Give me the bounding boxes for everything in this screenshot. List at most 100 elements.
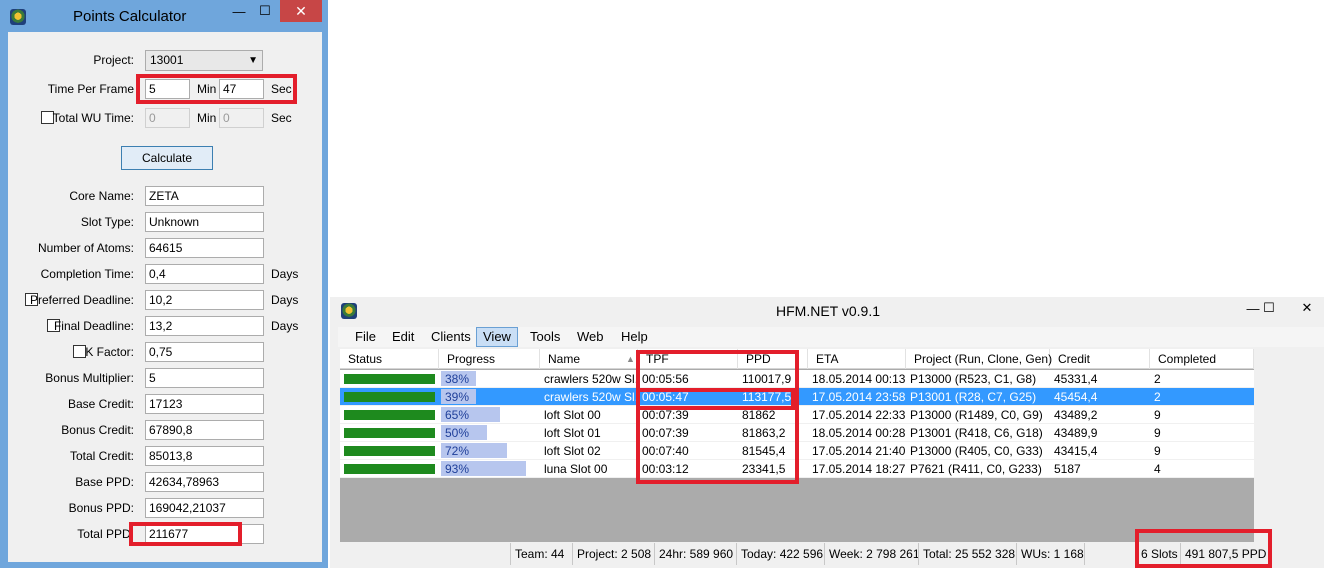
close-icon[interactable]: ✕: [280, 0, 322, 22]
cell-project: P13000 (R1489, C0, G9): [910, 408, 1043, 422]
cell-project: P13001 (R418, C6, G18): [910, 426, 1043, 440]
cell-progress: 65%: [441, 406, 538, 424]
bonus-multiplier-field[interactable]: 5: [145, 368, 264, 388]
k-factor-label: K Factor:: [85, 345, 134, 359]
close-icon[interactable]: ✕: [1290, 297, 1324, 319]
total-wu-min-input[interactable]: 0: [145, 108, 190, 128]
maximize-icon[interactable]: ☐: [252, 0, 278, 22]
preferred-deadline-field[interactable]: 10,2: [145, 290, 264, 310]
total-ppd-label: Total PPD:: [77, 527, 134, 541]
cell-name: loft Slot 02: [544, 444, 601, 458]
col-status[interactable]: Status: [340, 349, 439, 369]
status-total: Total: 25 552 328: [918, 543, 1016, 565]
slot-type-field[interactable]: Unknown: [145, 212, 264, 232]
col-credit[interactable]: Credit: [1050, 349, 1150, 369]
base-ppd-field[interactable]: 42634,78963: [145, 472, 264, 492]
total-wu-sec-input[interactable]: 0: [219, 108, 264, 128]
col-progress[interactable]: Progress: [439, 349, 540, 369]
cell-tpf: 00:07:39: [642, 426, 689, 440]
bonus-ppd-field[interactable]: 169042,21037: [145, 498, 264, 518]
project-select-value: 13001: [150, 53, 184, 67]
cell-progress: 50%: [441, 424, 538, 442]
core-name-label: Core Name:: [69, 189, 134, 203]
cell-completed: 9: [1154, 444, 1161, 458]
calculate-button[interactable]: Calculate: [121, 146, 213, 170]
cell-completed: 2: [1154, 372, 1161, 386]
menu-web[interactable]: Web: [576, 327, 605, 347]
progress-label: 65%: [445, 408, 470, 422]
col-project[interactable]: Project (Run, Clone, Gen): [906, 349, 1052, 369]
col-tpf[interactable]: TPF: [638, 349, 738, 369]
progress-label: 93%: [445, 462, 470, 476]
cell-credit: 43489,2: [1054, 408, 1098, 422]
cell-status: [340, 442, 439, 460]
total-credit-field[interactable]: 85013,8: [145, 446, 264, 466]
table-row[interactable]: 39% crawlers 520w Sl... 00:05:47 113177,5 17…: [340, 388, 1254, 406]
slot-type-label: Slot Type:: [80, 215, 134, 229]
hfm-title-bar[interactable]: HFM.NET v0.9.1 — ☐ ✕: [330, 297, 1324, 323]
col-ppd[interactable]: PPD: [738, 349, 808, 369]
col-completed[interactable]: Completed: [1150, 349, 1254, 369]
menu-view[interactable]: View: [476, 327, 518, 347]
status-wus: WUs: 1 168: [1016, 543, 1084, 565]
table-row[interactable]: 50% loft Slot 01 00:07:39 81863,2 18.05.2014…: [340, 424, 1254, 442]
k-factor-field[interactable]: 0,75: [145, 342, 264, 362]
status-indicator: [344, 446, 435, 456]
table-row[interactable]: 65% loft Slot 00 00:07:39 81862 17.05.2014 2…: [340, 406, 1254, 424]
core-name-field[interactable]: ZETA: [145, 186, 264, 206]
cell-credit: 45331,4: [1054, 372, 1098, 386]
cell-status: [340, 460, 439, 478]
status-bar: Team: 44 Project: 2 508 24hr: 589 960 To…: [340, 543, 1320, 565]
status-week: Week: 2 798 261: [824, 543, 920, 565]
total-ppd-field[interactable]: 211677: [145, 524, 264, 544]
cell-status: [340, 370, 439, 388]
minimize-icon[interactable]: —: [226, 0, 252, 22]
cell-name: loft Slot 01: [544, 426, 601, 440]
menu-file[interactable]: File: [354, 327, 377, 347]
cell-project: P13001 (R28, C7, G25): [910, 390, 1037, 404]
progress-label: 72%: [445, 444, 470, 458]
cell-status: [340, 424, 439, 442]
final-deadline-unit: Days: [271, 319, 299, 333]
cell-tpf: 00:05:56: [642, 372, 689, 386]
completion-time-field[interactable]: 0,4: [145, 264, 264, 284]
tpf-min-unit: Min: [197, 82, 217, 96]
menu-clients[interactable]: Clients: [430, 327, 472, 347]
table-row[interactable]: 93% luna Slot 00 00:03:12 23341,5 17.05.2014…: [340, 460, 1254, 478]
cell-ppd: 113177,5: [742, 390, 792, 404]
table-row[interactable]: 72% loft Slot 02 00:07:40 81545,4 17.05.2014…: [340, 442, 1254, 460]
cell-progress: 39%: [441, 388, 538, 406]
base-credit-field[interactable]: 17123: [145, 394, 264, 414]
tpf-min-input[interactable]: 5: [145, 79, 190, 99]
chevron-down-icon: ▼: [248, 55, 258, 66]
base-ppd-label: Base PPD:: [75, 475, 134, 489]
col-name[interactable]: Name ▲: [540, 349, 638, 369]
cell-status: [340, 388, 439, 406]
progress-label: 50%: [445, 426, 470, 440]
progress-label: 39%: [445, 390, 470, 404]
menu-help[interactable]: Help: [620, 327, 649, 347]
menu-tools[interactable]: Tools: [529, 327, 561, 347]
atoms-field[interactable]: 64615: [145, 238, 264, 258]
menu-edit[interactable]: Edit: [391, 327, 415, 347]
maximize-icon[interactable]: ☐: [1256, 297, 1282, 319]
tpf-sec-input[interactable]: 47: [219, 79, 264, 99]
cell-eta: 17.05.2014 21:40: [812, 444, 906, 458]
status-ppd: 491 807,5 PPD: [1180, 543, 1276, 565]
project-select[interactable]: 13001 ▼: [145, 50, 263, 71]
completion-time-label: Completion Time:: [40, 267, 134, 281]
table-row[interactable]: 38% crawlers 520w Sl... 00:05:56 110017,9 18…: [340, 370, 1254, 388]
status-indicator: [344, 464, 435, 474]
calculator-title-bar[interactable]: Points Calculator — ☐ ✕: [0, 0, 328, 32]
bonus-multiplier-label: Bonus Multiplier:: [45, 371, 134, 385]
bonus-ppd-label: Bonus PPD:: [68, 501, 134, 515]
status-project: Project: 2 508: [572, 543, 654, 565]
col-eta[interactable]: ETA: [808, 349, 906, 369]
bonus-credit-field[interactable]: 67890,8: [145, 420, 264, 440]
sort-up-icon: ▲: [626, 354, 635, 364]
cell-tpf: 00:07:39: [642, 408, 689, 422]
final-deadline-field[interactable]: 13,2: [145, 316, 264, 336]
status-today: Today: 422 596: [736, 543, 824, 565]
status-indicator: [344, 392, 435, 402]
cell-eta: 17.05.2014 18:27: [812, 462, 906, 476]
